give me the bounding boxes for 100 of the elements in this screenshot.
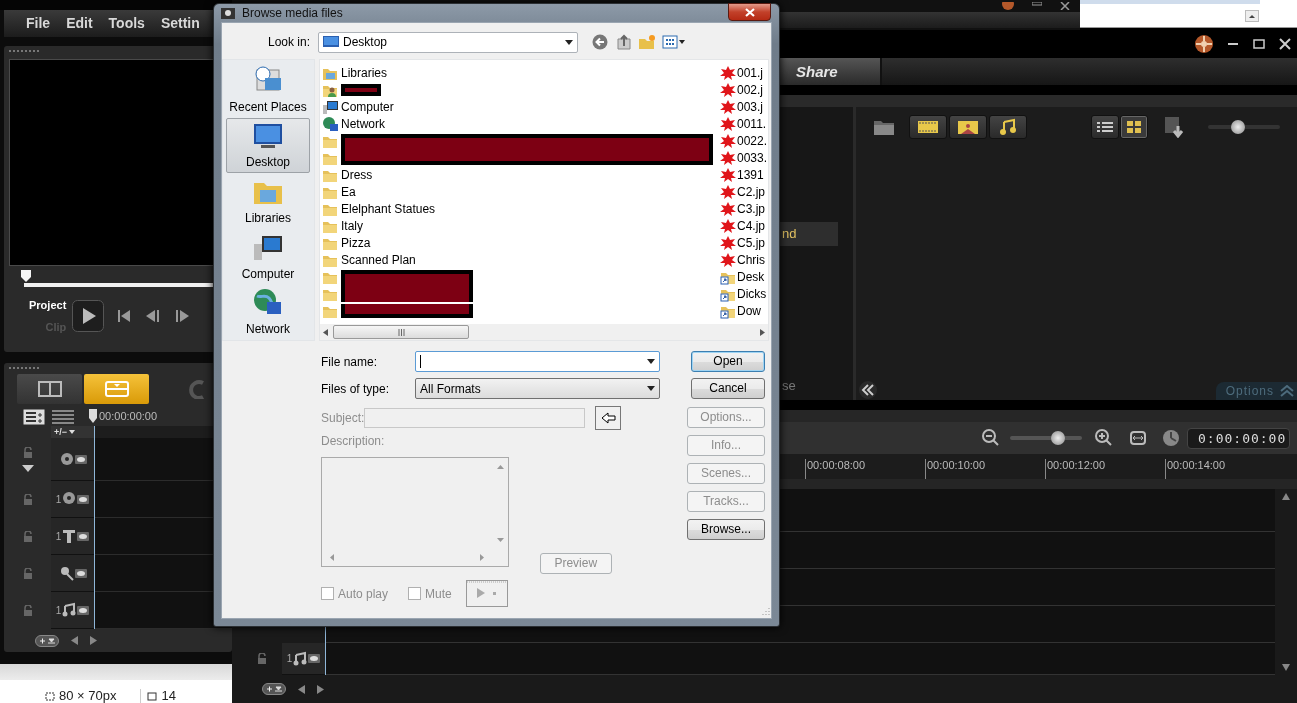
image-file-icon[interactable] bbox=[720, 132, 736, 149]
eye-icon[interactable] bbox=[77, 605, 90, 615]
app-icon[interactable] bbox=[1002, 2, 1014, 10]
eye-icon[interactable] bbox=[77, 494, 90, 504]
play-button[interactable] bbox=[72, 300, 105, 332]
scroll-down-icon[interactable] bbox=[1282, 664, 1290, 672]
computer-icon[interactable] bbox=[322, 98, 338, 115]
zoom-out-icon[interactable] bbox=[982, 429, 1000, 448]
eye-icon[interactable] bbox=[74, 454, 87, 464]
file-name-field[interactable] bbox=[415, 351, 660, 372]
cancel-button[interactable]: Cancel bbox=[691, 378, 765, 399]
title-track-icon[interactable] bbox=[61, 528, 78, 545]
list-entry[interactable]: 0033. bbox=[737, 148, 768, 167]
lock-icon[interactable] bbox=[22, 567, 33, 580]
zoom-slider[interactable] bbox=[1010, 431, 1082, 446]
slider-thumb[interactable] bbox=[1231, 119, 1246, 134]
video-track-icon[interactable] bbox=[58, 451, 75, 468]
lock-icon[interactable] bbox=[257, 653, 267, 666]
list-entry[interactable]: C3.jp bbox=[737, 199, 765, 218]
list-entry[interactable]: C4.jp bbox=[737, 216, 765, 235]
add-track-button[interactable] bbox=[35, 634, 59, 647]
list-entry[interactable]: Dicks bbox=[737, 284, 767, 303]
list-entry[interactable]: Ea bbox=[341, 182, 356, 201]
caret-icon[interactable] bbox=[69, 430, 75, 435]
menu-item[interactable]: File bbox=[18, 13, 59, 34]
image-file-icon[interactable] bbox=[720, 98, 736, 115]
scroll-left-icon[interactable] bbox=[71, 636, 78, 646]
storyboard-view-tab[interactable] bbox=[17, 374, 82, 404]
list-entry[interactable]: 0011. bbox=[737, 114, 767, 133]
side-button[interactable]: Browse... bbox=[687, 519, 765, 540]
image-file-icon[interactable] bbox=[720, 64, 736, 81]
list-entry[interactable]: C2.jp bbox=[737, 182, 765, 201]
resize-grip-icon[interactable] bbox=[760, 607, 770, 617]
thumbnail-view-button[interactable] bbox=[1120, 114, 1148, 139]
subject-field[interactable] bbox=[364, 407, 585, 428]
scroll-right-icon[interactable] bbox=[317, 684, 324, 694]
horizontal-scrollbar[interactable] bbox=[320, 324, 768, 340]
scrubber-handle[interactable] bbox=[20, 269, 32, 283]
share-tab[interactable]: Share bbox=[780, 57, 882, 85]
eye-icon[interactable] bbox=[74, 568, 87, 578]
lock-icon[interactable] bbox=[22, 530, 33, 543]
skip-start-icon[interactable] bbox=[116, 309, 133, 323]
menu-item[interactable]: Edit bbox=[58, 13, 101, 34]
list-entry[interactable]: 002.j bbox=[737, 80, 764, 99]
list-entry[interactable]: Libraries bbox=[341, 63, 388, 82]
audio-filter-button[interactable] bbox=[989, 114, 1027, 139]
list-entry[interactable]: 0022. bbox=[737, 131, 768, 150]
video-filter-button[interactable] bbox=[909, 114, 947, 139]
image-file-icon[interactable] bbox=[720, 200, 736, 217]
music-track-icon[interactable] bbox=[61, 602, 78, 619]
image-file-icon[interactable] bbox=[720, 251, 736, 268]
music-track-icon[interactable] bbox=[292, 650, 309, 667]
list-entry[interactable]: Desk bbox=[737, 267, 765, 286]
scroll-left-icon[interactable] bbox=[298, 684, 305, 694]
list-entry[interactable]: C5.jp bbox=[737, 233, 765, 252]
list-entry[interactable]: 003.j bbox=[737, 97, 764, 116]
close-icon[interactable] bbox=[1279, 37, 1291, 50]
scroll-up-icon[interactable] bbox=[1245, 10, 1259, 22]
list-entry[interactable]: Dress bbox=[341, 165, 373, 184]
network-icon[interactable] bbox=[322, 115, 338, 132]
scroll-right-icon[interactable] bbox=[90, 636, 97, 646]
arrow-button[interactable] bbox=[595, 405, 621, 430]
list-entry[interactable]: Network bbox=[341, 114, 385, 133]
app-logo-icon[interactable] bbox=[1195, 34, 1213, 53]
scroll-left-icon[interactable] bbox=[323, 328, 328, 336]
timecode-field[interactable]: 0:00:00:00 bbox=[1187, 427, 1290, 449]
mode-label[interactable]: Project bbox=[29, 296, 67, 313]
open-button[interactable]: Open bbox=[691, 351, 765, 372]
maximize-icon[interactable] bbox=[1253, 37, 1265, 50]
look-in-dropdown[interactable]: Desktop bbox=[318, 31, 578, 53]
scroll-up-icon[interactable] bbox=[1282, 493, 1290, 501]
menu-item[interactable]: Settin bbox=[152, 13, 208, 34]
image-file-icon[interactable] bbox=[720, 234, 736, 251]
view-menu-icon[interactable] bbox=[662, 34, 686, 50]
file-type-dropdown[interactable]: All Formats bbox=[415, 378, 660, 399]
clock-icon[interactable] bbox=[1163, 430, 1179, 447]
voice-track-icon[interactable] bbox=[58, 565, 75, 582]
image-file-icon[interactable] bbox=[720, 183, 736, 200]
list-entry[interactable]: Scanned Plan bbox=[341, 250, 416, 269]
close-button[interactable] bbox=[728, 3, 771, 21]
photo-filter-button[interactable] bbox=[949, 114, 987, 139]
back-icon[interactable] bbox=[592, 34, 608, 50]
list-entry[interactable]: Pizza bbox=[341, 233, 371, 252]
slider-thumb[interactable] bbox=[1051, 431, 1066, 446]
place-item[interactable]: Recent Places bbox=[226, 62, 310, 118]
add-track-button[interactable] bbox=[262, 683, 286, 696]
expand-icon[interactable] bbox=[21, 464, 34, 473]
image-file-icon[interactable] bbox=[720, 166, 736, 183]
place-item[interactable]: Network bbox=[226, 284, 310, 340]
eye-icon[interactable] bbox=[308, 654, 321, 664]
list-entry[interactable]: Chris bbox=[737, 250, 765, 269]
collapse-icon[interactable] bbox=[859, 380, 877, 399]
scroll-thumb[interactable] bbox=[333, 325, 469, 339]
track-manager-icon[interactable] bbox=[23, 408, 45, 425]
sort-icon[interactable] bbox=[1164, 115, 1186, 138]
list-view-button[interactable] bbox=[1091, 114, 1119, 139]
scroll-right-icon[interactable] bbox=[760, 328, 765, 336]
image-file-icon[interactable] bbox=[720, 217, 736, 234]
image-file-icon[interactable] bbox=[720, 149, 736, 166]
up-folder-icon[interactable] bbox=[616, 34, 632, 50]
